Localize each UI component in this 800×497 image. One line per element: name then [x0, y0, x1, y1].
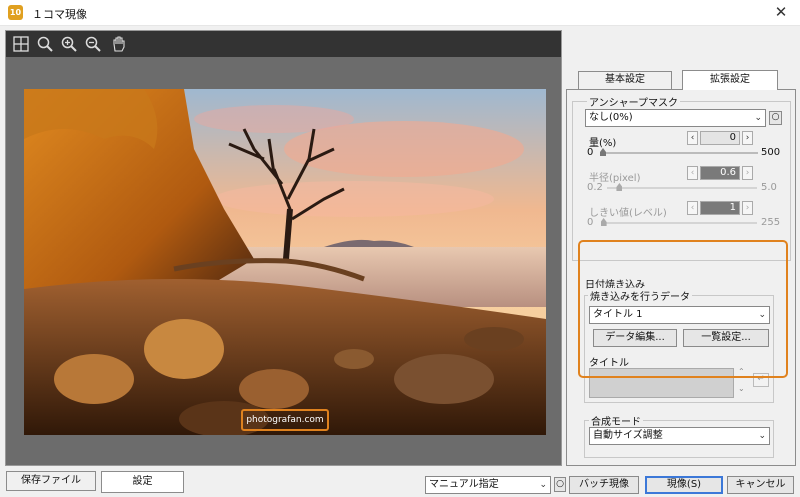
- preview-panel: photografan.com: [5, 30, 562, 466]
- amount-max: 500: [761, 147, 781, 158]
- radius-value[interactable]: 0.6: [700, 166, 740, 180]
- preview-toolbar: [6, 31, 561, 57]
- watermark-label: photografan.com: [241, 409, 329, 431]
- unsharp-mask-label: アンシャープマスク: [587, 94, 680, 109]
- photo-preview: photografan.com: [24, 89, 546, 435]
- hand-icon[interactable]: [110, 35, 128, 53]
- tab-basic-settings[interactable]: 基本設定: [578, 71, 672, 89]
- cancel-button[interactable]: キャンセル: [727, 476, 794, 494]
- amount-min: 0: [587, 147, 594, 158]
- radius-increment-button[interactable]: ›: [742, 166, 753, 180]
- mode-value: マニュアル指定: [429, 479, 499, 490]
- app-icon: 10: [8, 5, 23, 20]
- develop-button[interactable]: 現像(S): [645, 476, 723, 494]
- chevron-down-icon: ⌄: [758, 431, 766, 441]
- mode-reset-button[interactable]: ○: [554, 477, 566, 492]
- compose-mode-select[interactable]: 自動サイズ調整 ⌄: [589, 427, 770, 445]
- unsharp-preset-select[interactable]: なし(0%) ⌄: [585, 109, 766, 127]
- threshold-slider[interactable]: [603, 222, 757, 224]
- title-bar: 10 １コマ現像 ✕: [0, 0, 800, 26]
- grid-icon[interactable]: [12, 35, 30, 53]
- batch-develop-button[interactable]: バッチ現像: [569, 476, 639, 494]
- window-title: １コマ現像: [32, 8, 87, 21]
- close-icon[interactable]: ✕: [770, 2, 792, 22]
- amount-slider[interactable]: [605, 152, 758, 154]
- date-imprint-highlight: [578, 240, 788, 378]
- tab-save-file[interactable]: 保存ファイル: [6, 471, 96, 491]
- chevron-down-icon: ⌄: [754, 113, 762, 123]
- zoom-in-icon[interactable]: [60, 35, 78, 53]
- radius-slider[interactable]: [607, 187, 757, 189]
- amount-decrement-button[interactable]: ‹: [687, 131, 698, 145]
- textarea-scroll-down-icon[interactable]: ⌄: [738, 384, 745, 393]
- threshold-value[interactable]: 1: [700, 201, 740, 215]
- threshold-label: しきい値(レベル): [589, 208, 667, 219]
- compose-mode-value: 自動サイズ調整: [593, 430, 663, 441]
- threshold-decrement-button[interactable]: ‹: [687, 201, 698, 215]
- mode-select[interactable]: マニュアル指定 ⌄: [425, 476, 551, 494]
- unsharp-preset-value: なし(0%): [589, 112, 633, 123]
- threshold-max: 255: [761, 217, 781, 228]
- amount-increment-button[interactable]: ›: [742, 131, 753, 145]
- zoom-fit-icon[interactable]: [36, 35, 54, 53]
- chevron-down-icon: ⌄: [539, 480, 547, 490]
- radius-max: 5.0: [761, 182, 777, 193]
- threshold-min: 0: [587, 217, 594, 228]
- preset-reset-button[interactable]: ○: [769, 111, 782, 125]
- zoom-out-icon[interactable]: [84, 35, 102, 53]
- compose-mode-label: 合成モード: [589, 413, 643, 428]
- threshold-increment-button[interactable]: ›: [742, 201, 753, 215]
- tab-extended-settings[interactable]: 拡張設定: [682, 70, 778, 90]
- amount-value[interactable]: 0: [700, 131, 740, 145]
- tab-settings[interactable]: 設定: [101, 471, 184, 493]
- radius-min: 0.2: [587, 182, 603, 193]
- radius-decrement-button[interactable]: ‹: [687, 166, 698, 180]
